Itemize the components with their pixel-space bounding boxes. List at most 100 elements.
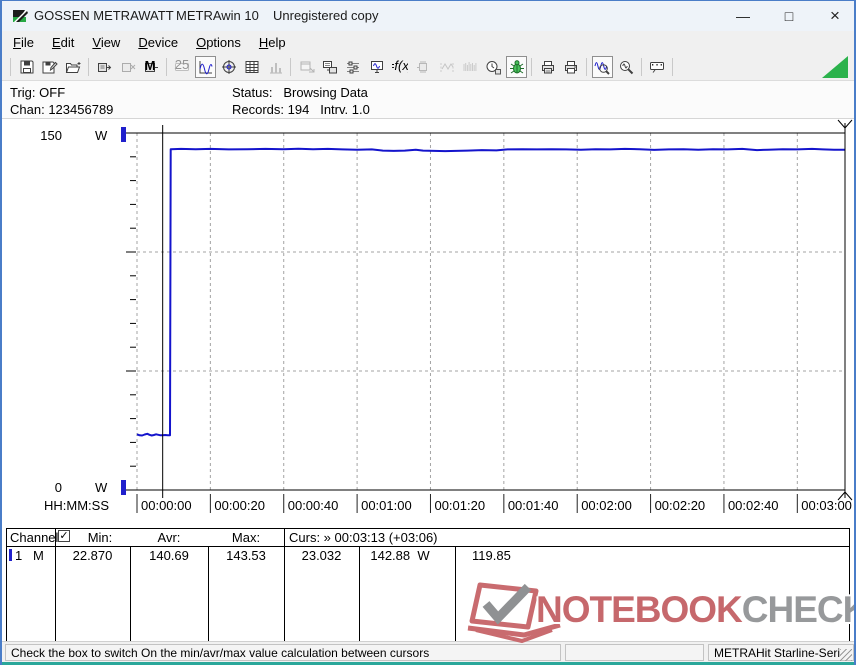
device-disconnect-icon [121,63,136,72]
channel-settings-icon [347,61,360,74]
toolbar-separator [671,58,673,76]
menu-bar: File Edit View Device Options Help [2,31,854,53]
device-upload-icon [417,61,428,73]
export-file-button[interactable] [320,56,341,78]
print-button[interactable] [561,56,582,78]
zoom-window-button[interactable] [615,56,636,78]
x-tick-label: 00:02:20 [655,498,706,513]
svg-text:M: M [145,59,156,73]
print-preview-button[interactable] [537,56,558,78]
table-header-max: Max: [231,530,261,545]
tooltip-help-icon: ··· [650,59,664,73]
device-upload-button[interactable] [413,56,434,78]
open-file-button[interactable] [63,56,84,78]
envelope-view-icon [463,62,477,71]
value-delta: 119.85 [472,548,511,563]
export-file-icon [323,61,338,74]
scope-view-icon [221,60,236,74]
print-icon [565,61,578,74]
x-tick-label: 00:00:20 [214,498,265,513]
toolbar-separator [640,58,642,76]
channel-number: 1 [15,548,23,563]
trend-chart: 00:00:00 00:00:20 00:00:40 00:01:00 00:01:20… [40,119,853,513]
x-tick-label: 00:01:40 [508,498,559,513]
numeric-display-button[interactable]: 1257 [172,56,193,78]
trend-view-icon [199,61,213,75]
live-record-button[interactable] [506,56,527,78]
x-tick-label: 00:01:20 [434,498,485,513]
maximize-button[interactable]: □ [767,1,811,31]
value-avr: 140.69 [149,548,189,563]
menu-help[interactable]: Help [250,33,295,52]
x-axis-unit-label: HH:MM:SS [44,498,109,513]
y-unit-bottom-label: W [95,480,108,495]
menu-device[interactable]: Device [129,33,187,52]
device-memory-button[interactable]: M [141,56,162,78]
minmax-between-cursors-checkbox[interactable]: ✓ [58,530,70,542]
numeric-display-icon: 1257 [174,59,190,72]
channel-scale-marker-top [121,127,126,142]
device-disconnect-button[interactable] [117,56,138,78]
save-icon [20,60,33,74]
table-header-cursor: Curs: » 00:03:13 (+03:06) [289,530,438,545]
tooltip-help-button[interactable]: ··· [647,56,668,78]
time-settings-icon [486,61,502,75]
marker-view-icon [440,63,454,72]
trigger-status: Trig: OFF [10,85,66,100]
table-border [6,528,850,529]
svg-text:1257: 1257 [174,59,190,72]
value-min: 22.870 [72,548,113,563]
menu-edit[interactable]: Edit [43,33,83,52]
bargraph-view-button[interactable] [265,56,286,78]
marker-view-button[interactable] [436,56,457,78]
table-header-avr: Avr: [157,530,181,545]
scope-view-button[interactable] [218,56,239,78]
menu-view[interactable]: View [83,33,129,52]
save-as-icon [42,61,58,74]
metrawin-window: GOSSEN METRAWATT METRAwin 10 Unregistere… [0,0,856,665]
table-header-channel: Channel: [10,530,63,545]
resize-grip[interactable] [840,649,852,661]
menu-options[interactable]: Options [187,33,250,52]
channel-color-marker [9,549,12,561]
x-tick-label: 00:01:00 [361,498,412,513]
device-read-button[interactable] [94,56,115,78]
y-min-label: 0 [55,480,62,495]
value-cursor2: 142.88 W [370,548,430,563]
menu-file[interactable]: File [4,33,43,52]
svg-text:=f(x): =f(x) [392,59,408,73]
channel-settings-button[interactable] [343,56,364,78]
table-border [6,528,7,641]
table-border [849,528,850,641]
table-view-button[interactable] [242,56,263,78]
app-icon [13,10,28,22]
envelope-view-button[interactable] [459,56,480,78]
monitor-view-button[interactable] [366,56,387,78]
toolbar-separator [290,58,292,76]
titlebar-license-note: Unregistered copy [273,8,379,23]
time-settings-button[interactable] [483,56,504,78]
value-max: 143.53 [226,548,266,563]
table-border [455,546,456,641]
titlebar: GOSSEN METRAWATT METRAwin 10 Unregistere… [2,1,854,31]
zoom-horizontal-button[interactable] [591,56,613,78]
svg-text:···: ··· [651,59,664,72]
save-as-button[interactable] [39,56,60,78]
zoom-window-icon [619,61,633,75]
open-file-icon [65,62,81,73]
x-tick-label: 00:00:00 [141,498,192,513]
toolbar-separator [10,58,11,76]
save-button[interactable] [16,56,37,78]
formula-button[interactable]: =f(x) [390,56,411,78]
value-cursor1: 23.032 [301,548,342,563]
titlebar-doc-name: METRAwin 10 [176,8,259,23]
x-tick-label: 00:02:40 [728,498,779,513]
y-max-label: 150 [40,128,62,143]
x-tick-label: 00:00:40 [288,498,339,513]
minimize-button[interactable]: — [721,1,765,31]
trend-view-button[interactable] [195,56,217,78]
titlebar-app-name: GOSSEN METRAWATT [34,8,174,23]
export-window-button[interactable] [296,56,317,78]
statusbar-empty-panel [565,644,704,661]
close-button[interactable]: × [813,1,854,31]
